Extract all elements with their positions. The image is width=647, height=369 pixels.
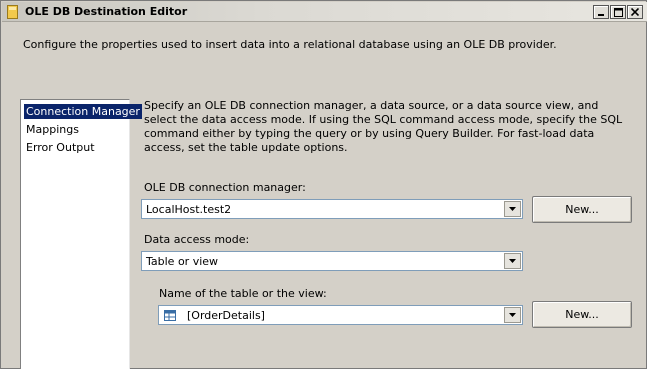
dropdown-button[interactable]	[504, 253, 521, 269]
dialog-description: Configure the properties used to insert …	[23, 38, 557, 51]
maximize-icon	[613, 7, 623, 17]
table-name-label: Name of the table or the view:	[159, 287, 327, 300]
chevron-down-icon	[509, 207, 516, 211]
close-button[interactable]	[627, 5, 643, 19]
page-navigation: Connection Manager Mappings Error Output	[20, 99, 142, 369]
connection-manager-value: LocalHost.test2	[146, 203, 232, 216]
minimize-icon	[598, 14, 604, 16]
new-connection-button[interactable]: New...	[532, 196, 632, 223]
new-table-button[interactable]: New...	[532, 301, 632, 328]
table-name-select[interactable]: [OrderDetails]	[158, 305, 523, 325]
access-mode-value: Table or view	[146, 255, 219, 268]
connection-manager-label: OLE DB connection manager:	[144, 181, 306, 194]
chevron-down-icon	[509, 259, 516, 263]
chevron-down-icon	[509, 313, 516, 317]
dialog-window: OLE DB Destination Editor Configure the …	[0, 0, 647, 369]
table-name-value: [OrderDetails]	[187, 309, 265, 322]
help-text: Specify an OLE DB connection manager, a …	[144, 99, 623, 154]
connection-manager-select[interactable]: LocalHost.test2	[141, 199, 523, 219]
dropdown-button[interactable]	[504, 307, 521, 323]
nav-error-output[interactable]: Error Output	[24, 140, 97, 155]
close-icon	[631, 8, 639, 16]
ssis-folder-icon	[7, 5, 18, 19]
table-icon	[164, 310, 176, 321]
access-mode-select[interactable]: Table or view	[141, 251, 523, 271]
nav-mappings[interactable]: Mappings	[24, 122, 81, 137]
dropdown-button[interactable]	[504, 201, 521, 217]
minimize-button[interactable]	[593, 5, 609, 19]
title-bar[interactable]: OLE DB Destination Editor	[2, 2, 647, 22]
window-title: OLE DB Destination Editor	[25, 5, 188, 18]
nav-connection-manager[interactable]: Connection Manager	[24, 104, 142, 119]
maximize-button[interactable]	[610, 5, 626, 19]
access-mode-label: Data access mode:	[144, 233, 250, 246]
